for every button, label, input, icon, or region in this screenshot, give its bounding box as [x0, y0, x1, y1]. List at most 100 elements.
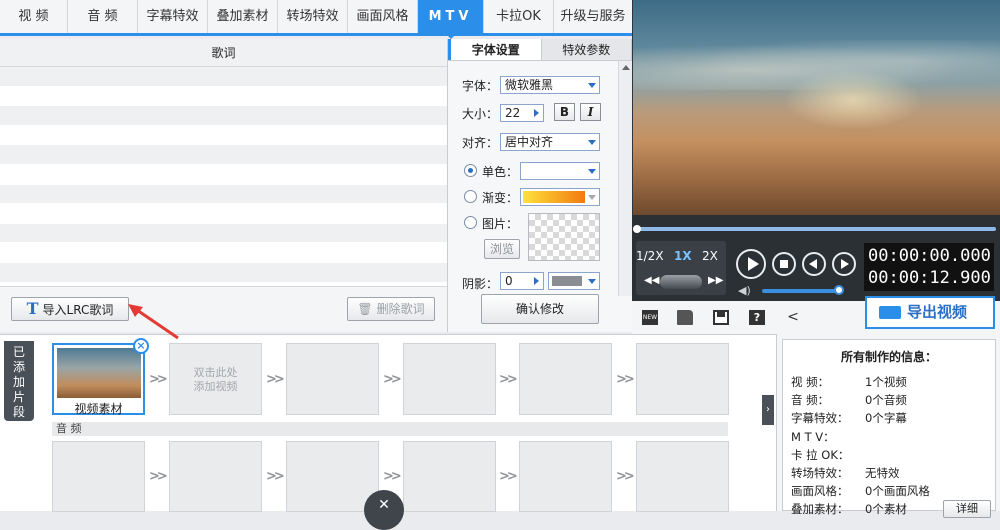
volume-icon[interactable]: ◀): [738, 284, 751, 297]
lyric-row[interactable]: [0, 126, 447, 146]
lyric-row[interactable]: [0, 165, 447, 185]
lyric-row[interactable]: [0, 204, 447, 224]
transition-arrow-icon[interactable]: >>: [149, 469, 168, 484]
lyric-row[interactable]: [0, 243, 447, 263]
lyric-row[interactable]: [0, 106, 447, 126]
gradient-select[interactable]: [520, 188, 600, 206]
bold-button[interactable]: B: [554, 103, 575, 121]
mono-color-select[interactable]: [520, 162, 600, 180]
import-lrc-button[interactable]: T 导入LRC歌词: [11, 297, 129, 321]
new-icon[interactable]: NEW: [642, 310, 658, 325]
tab-font-settings[interactable]: 字体设置: [448, 39, 542, 60]
speed-normal[interactable]: 1X: [674, 249, 692, 263]
shadow-color-select[interactable]: [548, 272, 600, 290]
folder-icon[interactable]: [677, 310, 693, 325]
tab-karaoke[interactable]: 卡拉OK: [484, 0, 554, 33]
volume-slider[interactable]: [762, 289, 838, 293]
export-video-button[interactable]: 导出视频: [865, 296, 995, 329]
transition-arrow-icon[interactable]: >>: [499, 372, 518, 387]
seek-bar[interactable]: [632, 215, 1000, 243]
tab-mtv[interactable]: MTV: [418, 0, 484, 39]
tab-style[interactable]: 画面风格: [348, 0, 418, 33]
video-slot[interactable]: [519, 343, 612, 415]
gradient-radio[interactable]: [464, 190, 477, 203]
info-row-value: 0个字幕: [865, 411, 907, 426]
font-subtabs: 字体设置 特效参数: [448, 39, 632, 61]
transition-arrow-icon[interactable]: >>: [383, 372, 402, 387]
save-icon[interactable]: [713, 310, 729, 325]
info-row: 音 频： 0个音频: [791, 392, 907, 408]
scroll-up-icon[interactable]: [622, 65, 630, 70]
lyric-row[interactable]: [0, 67, 447, 87]
lyric-row[interactable]: [0, 145, 447, 165]
font-select[interactable]: 微软雅黑: [500, 76, 600, 94]
add-video-slot[interactable]: 双击此处 添加视频: [169, 343, 262, 415]
transition-arrow-icon[interactable]: >>: [383, 469, 402, 484]
audio-slot[interactable]: [519, 441, 612, 512]
video-clip[interactable]: 视频素材: [52, 343, 145, 416]
next-frame-button[interactable]: [832, 252, 856, 276]
share-icon[interactable]: <: [785, 310, 801, 325]
transition-arrow-icon[interactable]: >>: [266, 372, 285, 387]
align-select[interactable]: 居中对齐: [500, 133, 600, 151]
volume-handle[interactable]: [834, 285, 844, 295]
tab-overlay[interactable]: 叠加素材: [208, 0, 278, 33]
mono-color-radio[interactable]: [464, 164, 477, 177]
size-select[interactable]: 22: [500, 104, 544, 122]
play-button[interactable]: [736, 249, 766, 279]
tab-subtitle-effects[interactable]: 字幕特效: [138, 0, 208, 33]
text-icon: T: [26, 299, 39, 318]
prev-frame-button[interactable]: [802, 252, 826, 276]
browse-button[interactable]: 浏览: [484, 239, 520, 259]
info-title: 所有制作的信息：: [840, 350, 937, 364]
video-slot[interactable]: [403, 343, 496, 415]
panel-toggle-icon[interactable]: ›: [762, 395, 774, 425]
audio-slot[interactable]: [636, 441, 729, 512]
tab-audio[interactable]: 音 频: [68, 0, 138, 33]
chevron-down-icon: [588, 83, 596, 88]
stop-icon: [780, 260, 788, 268]
speed-knob[interactable]: [660, 275, 702, 289]
save-label-strip: [717, 312, 725, 317]
speed-double[interactable]: 2X: [702, 249, 718, 263]
seek-track[interactable]: [636, 227, 996, 231]
collapse-button[interactable]: ✕: [364, 490, 404, 530]
transition-arrow-icon[interactable]: >>: [149, 372, 168, 387]
lyric-row[interactable]: [0, 184, 447, 205]
tab-transition[interactable]: 转场特效: [278, 0, 348, 33]
audio-slot[interactable]: [403, 441, 496, 512]
panel-scrollbar[interactable]: [618, 61, 632, 296]
italic-button[interactable]: I: [580, 103, 601, 121]
seek-handle[interactable]: [633, 225, 641, 233]
video-slot[interactable]: [636, 343, 729, 415]
tab-effect-params[interactable]: 特效参数: [541, 39, 632, 60]
clip-thumbnail: [57, 348, 141, 398]
tab-video[interactable]: 视 频: [0, 0, 68, 33]
transition-arrow-icon[interactable]: >>: [616, 469, 635, 484]
added-clips-text: 已添加片段: [12, 345, 25, 419]
info-row-value: 无特效: [865, 466, 900, 480]
audio-slot[interactable]: [52, 441, 145, 512]
info-row-value: 1个视频: [865, 375, 907, 389]
audio-slot[interactable]: [169, 441, 262, 512]
forward-icon[interactable]: ▶▶: [708, 275, 723, 286]
transition-arrow-icon[interactable]: >>: [266, 469, 285, 484]
shadow-select[interactable]: 0: [500, 272, 544, 290]
lyrics-list[interactable]: [0, 67, 447, 283]
lyric-row[interactable]: [0, 87, 447, 107]
stop-button[interactable]: [772, 252, 796, 276]
speed-half[interactable]: 1/2X: [636, 249, 664, 263]
lyric-row[interactable]: [0, 223, 447, 244]
tab-upgrade[interactable]: 升级与服务: [554, 0, 632, 33]
video-slot[interactable]: [286, 343, 379, 415]
info-row-key: 转场特效：: [791, 466, 849, 480]
rewind-icon[interactable]: ◀◀: [644, 275, 659, 286]
image-radio[interactable]: [464, 216, 477, 229]
transition-arrow-icon[interactable]: >>: [616, 372, 635, 387]
detail-button[interactable]: 详细: [943, 500, 991, 518]
delete-lyric-button[interactable]: 🗑 删除歌词: [347, 297, 435, 321]
help-icon[interactable]: ?: [749, 310, 765, 325]
transition-arrow-icon[interactable]: >>: [499, 469, 518, 484]
lyric-row[interactable]: [0, 262, 447, 283]
confirm-button[interactable]: 确认修改: [481, 294, 599, 324]
